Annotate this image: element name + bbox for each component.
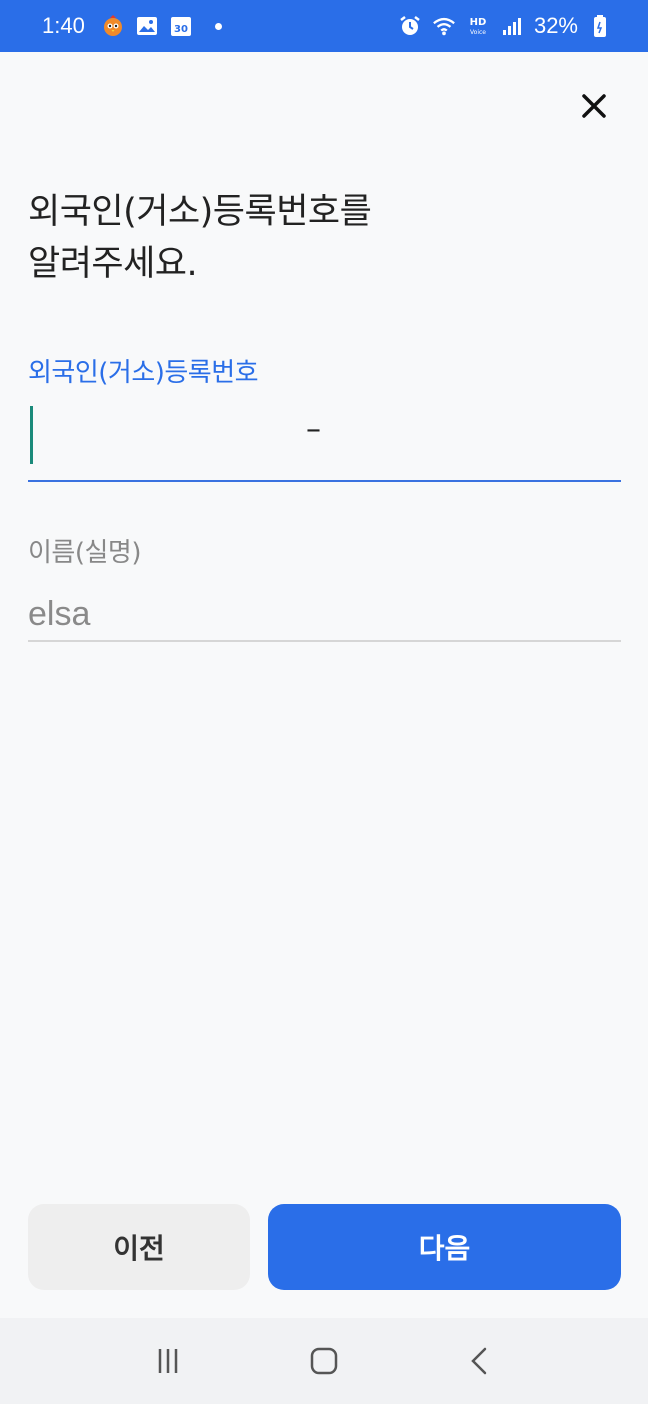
registration-separator: –	[306, 412, 321, 447]
recent-apps-button[interactable]	[138, 1331, 198, 1391]
home-button[interactable]	[294, 1331, 354, 1391]
page-title: 외국인(거소)등록번호를 알려주세요.	[28, 192, 372, 284]
alarm-icon	[398, 14, 422, 38]
registration-number-label: 외국인(거소)등록번호	[28, 358, 259, 388]
calendar-icon: 30	[169, 14, 193, 38]
calendar-day: 30	[174, 24, 188, 35]
status-bar: 1:40 30 HD Voice 32%	[0, 0, 648, 52]
name-label: 이름(실명)	[28, 538, 141, 568]
gallery-icon	[135, 14, 159, 38]
back-icon	[471, 1347, 487, 1375]
screen: 1:40 30 HD Voice 32% 외국인(거소)등록번호를 알려주세요.…	[0, 0, 648, 1404]
signal-icon	[500, 14, 524, 38]
svg-text:HD: HD	[470, 17, 487, 28]
prev-button[interactable]: 이전	[28, 1204, 250, 1290]
text-caret	[30, 406, 33, 464]
next-button[interactable]: 다음	[268, 1204, 621, 1290]
battery-percent: 32%	[533, 13, 578, 38]
hd-voice-icon: HD Voice	[466, 14, 490, 38]
registration-number-input[interactable]: –	[28, 404, 621, 482]
battery-icon	[588, 14, 612, 38]
bird-app-icon	[101, 14, 125, 38]
notification-dot-icon	[214, 22, 222, 30]
svg-text:Voice: Voice	[470, 29, 486, 36]
wifi-icon	[432, 14, 456, 38]
recent-apps-icon	[158, 1349, 178, 1373]
nav-bar	[0, 1318, 648, 1404]
name-input[interactable]: elsa	[28, 590, 621, 642]
close-icon	[582, 94, 606, 118]
back-button[interactable]	[450, 1331, 510, 1391]
status-time: 1:40	[42, 13, 85, 38]
status-left: 1:40 30	[42, 13, 222, 39]
status-right: HD Voice 32%	[398, 13, 612, 39]
close-button[interactable]	[572, 84, 616, 128]
home-icon	[310, 1347, 338, 1375]
